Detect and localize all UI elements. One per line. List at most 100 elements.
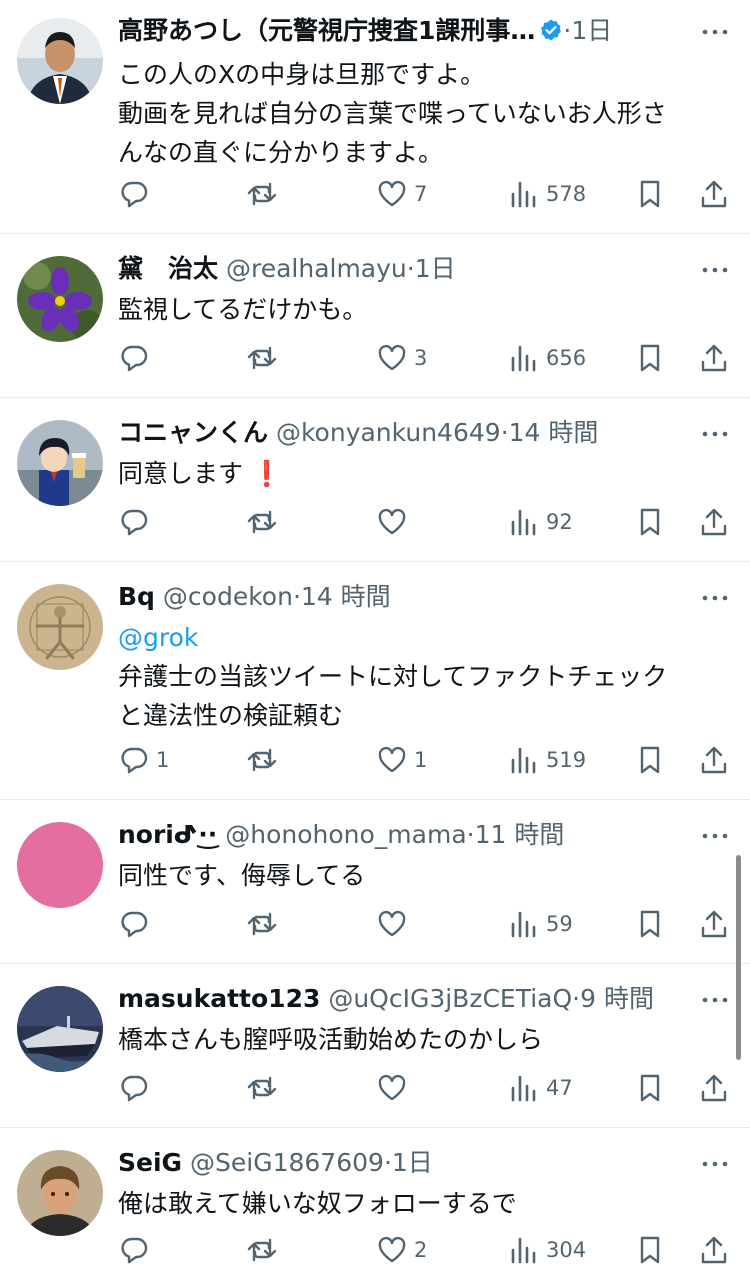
like-button[interactable] (376, 1070, 414, 1106)
like-button[interactable]: 3 (376, 340, 427, 376)
bookmark-button[interactable] (634, 340, 666, 376)
bookmark-button[interactable] (634, 742, 666, 778)
reply-button[interactable] (118, 1070, 156, 1106)
share-button[interactable] (698, 1070, 730, 1106)
reply-button[interactable] (118, 340, 156, 376)
timestamp[interactable]: 14 時間 (301, 582, 391, 611)
timestamp[interactable]: 1日 (571, 16, 612, 45)
timestamp[interactable]: 9 時間 (580, 984, 654, 1013)
timestamp[interactable]: 14 時間 (509, 418, 599, 447)
avatar[interactable] (17, 1150, 103, 1236)
avatar[interactable] (17, 256, 103, 342)
share-button[interactable] (698, 906, 730, 942)
bookmark-button[interactable] (634, 1232, 666, 1268)
reply-button[interactable] (118, 1232, 156, 1268)
reply-button[interactable] (118, 504, 156, 540)
repost-button[interactable] (246, 340, 284, 376)
like-icon (378, 910, 406, 937)
reply-button[interactable] (118, 176, 156, 212)
timestamp[interactable]: 1日 (415, 254, 456, 283)
scrollbar[interactable] (736, 855, 741, 1060)
share-icon (701, 180, 727, 208)
views-button[interactable]: 47 (508, 1070, 573, 1106)
avatar[interactable] (17, 822, 103, 908)
display-name[interactable]: noriᕷ·͜· (118, 820, 217, 849)
handle[interactable]: @konyankun4649 (276, 418, 501, 447)
handle[interactable]: @codekon (163, 582, 293, 611)
handle[interactable]: @uQcIG3jBzCETiaQ (328, 984, 572, 1013)
tweet[interactable]: 黛 治太 @realhalmayu·1日 監視してるだけかも。 3 656 (0, 234, 750, 398)
repost-button[interactable] (246, 176, 284, 212)
reply-button[interactable] (118, 906, 156, 942)
share-button[interactable] (698, 504, 730, 540)
reply-button[interactable]: 1 (118, 742, 169, 778)
tweet-text: 同性です、侮辱してる (118, 856, 720, 895)
share-icon (701, 746, 727, 774)
views-button[interactable]: 656 (508, 340, 586, 376)
separator-dot: · (500, 418, 509, 447)
tweet[interactable]: Bq @codekon·14 時間 @grok 弁護士の当該ツイートに対してファ… (0, 562, 750, 800)
display-name[interactable]: Bq (118, 582, 155, 611)
repost-button[interactable] (246, 504, 284, 540)
mention-link[interactable]: @grok (118, 618, 720, 657)
tweet-text-line: 弁護士の当該ツイートに対してファクトチェック (118, 662, 668, 691)
share-button[interactable] (698, 176, 730, 212)
repost-button[interactable] (246, 1070, 284, 1106)
tweet-text-line: 同性です、侮辱してる (118, 861, 366, 890)
like-count: 1 (414, 748, 428, 772)
display-name[interactable]: 黛 治太 (118, 254, 218, 283)
share-button[interactable] (698, 1232, 730, 1268)
share-button[interactable] (698, 742, 730, 778)
tweet[interactable]: 高野あつし（元警視庁捜査1課刑事… ·1日 この人のXの中身は旦那ですよ。 動画を… (0, 0, 750, 234)
tweet[interactable]: SeiG @SeiG1867609·1日 俺は敢えて嫌いな奴フォローするで 2 … (0, 1128, 750, 1280)
views-button[interactable]: 578 (508, 176, 586, 212)
more-icon[interactable] (700, 424, 730, 444)
more-icon[interactable] (700, 826, 730, 846)
display-name[interactable]: コニャンくん (118, 418, 268, 447)
views-button[interactable]: 304 (508, 1232, 586, 1268)
avatar[interactable] (17, 420, 103, 506)
display-name[interactable]: 高野あつし（元警視庁捜査1課刑事… (118, 16, 535, 45)
like-button[interactable] (376, 906, 414, 942)
tweet[interactable]: noriᕷ·͜· @honohono_mama·11 時間 同性です、侮辱してる… (0, 800, 750, 964)
like-button[interactable]: 7 (376, 176, 427, 212)
more-icon[interactable] (700, 22, 730, 42)
more-icon[interactable] (700, 990, 730, 1010)
action-bar: 1 1 519 (118, 742, 738, 778)
repost-button[interactable] (246, 742, 284, 778)
like-button[interactable] (376, 504, 414, 540)
views-button[interactable]: 92 (508, 504, 573, 540)
bookmark-button[interactable] (634, 1070, 666, 1106)
handle[interactable]: @SeiG1867609 (190, 1148, 384, 1177)
separator-dot: · (383, 1148, 392, 1177)
repost-button[interactable] (246, 1232, 284, 1268)
share-icon (701, 1236, 727, 1264)
display-name[interactable]: SeiG (118, 1148, 182, 1177)
tweet[interactable]: masukatto123 @uQcIG3jBzCETiaQ·9 時間 橋本さんも… (0, 964, 750, 1128)
bookmark-button[interactable] (634, 176, 666, 212)
bookmark-button[interactable] (634, 906, 666, 942)
timestamp[interactable]: 1日 (392, 1148, 433, 1177)
tweet[interactable]: コニャンくん @konyankun4649·14 時間 同意します ❗ 92 (0, 398, 750, 562)
handle[interactable]: @realhalmayu (226, 254, 407, 283)
display-name[interactable]: masukatto123 (118, 984, 320, 1013)
avatar[interactable] (17, 986, 103, 1072)
handle[interactable]: @honohono_mama (225, 820, 466, 849)
like-button[interactable]: 2 (376, 1232, 427, 1268)
avatar[interactable] (17, 18, 103, 104)
more-icon[interactable] (700, 588, 730, 608)
avatar[interactable] (17, 584, 103, 670)
views-button[interactable]: 519 (508, 742, 586, 778)
bookmark-icon (640, 344, 660, 372)
like-button[interactable]: 1 (376, 742, 427, 778)
bookmark-icon (640, 508, 660, 536)
tweet-text: 監視してるだけかも。 (118, 290, 720, 329)
views-icon (511, 509, 536, 536)
share-button[interactable] (698, 340, 730, 376)
timestamp[interactable]: 11 時間 (475, 820, 565, 849)
views-button[interactable]: 59 (508, 906, 573, 942)
bookmark-button[interactable] (634, 504, 666, 540)
more-icon[interactable] (700, 260, 730, 280)
more-icon[interactable] (700, 1154, 730, 1174)
repost-button[interactable] (246, 906, 284, 942)
